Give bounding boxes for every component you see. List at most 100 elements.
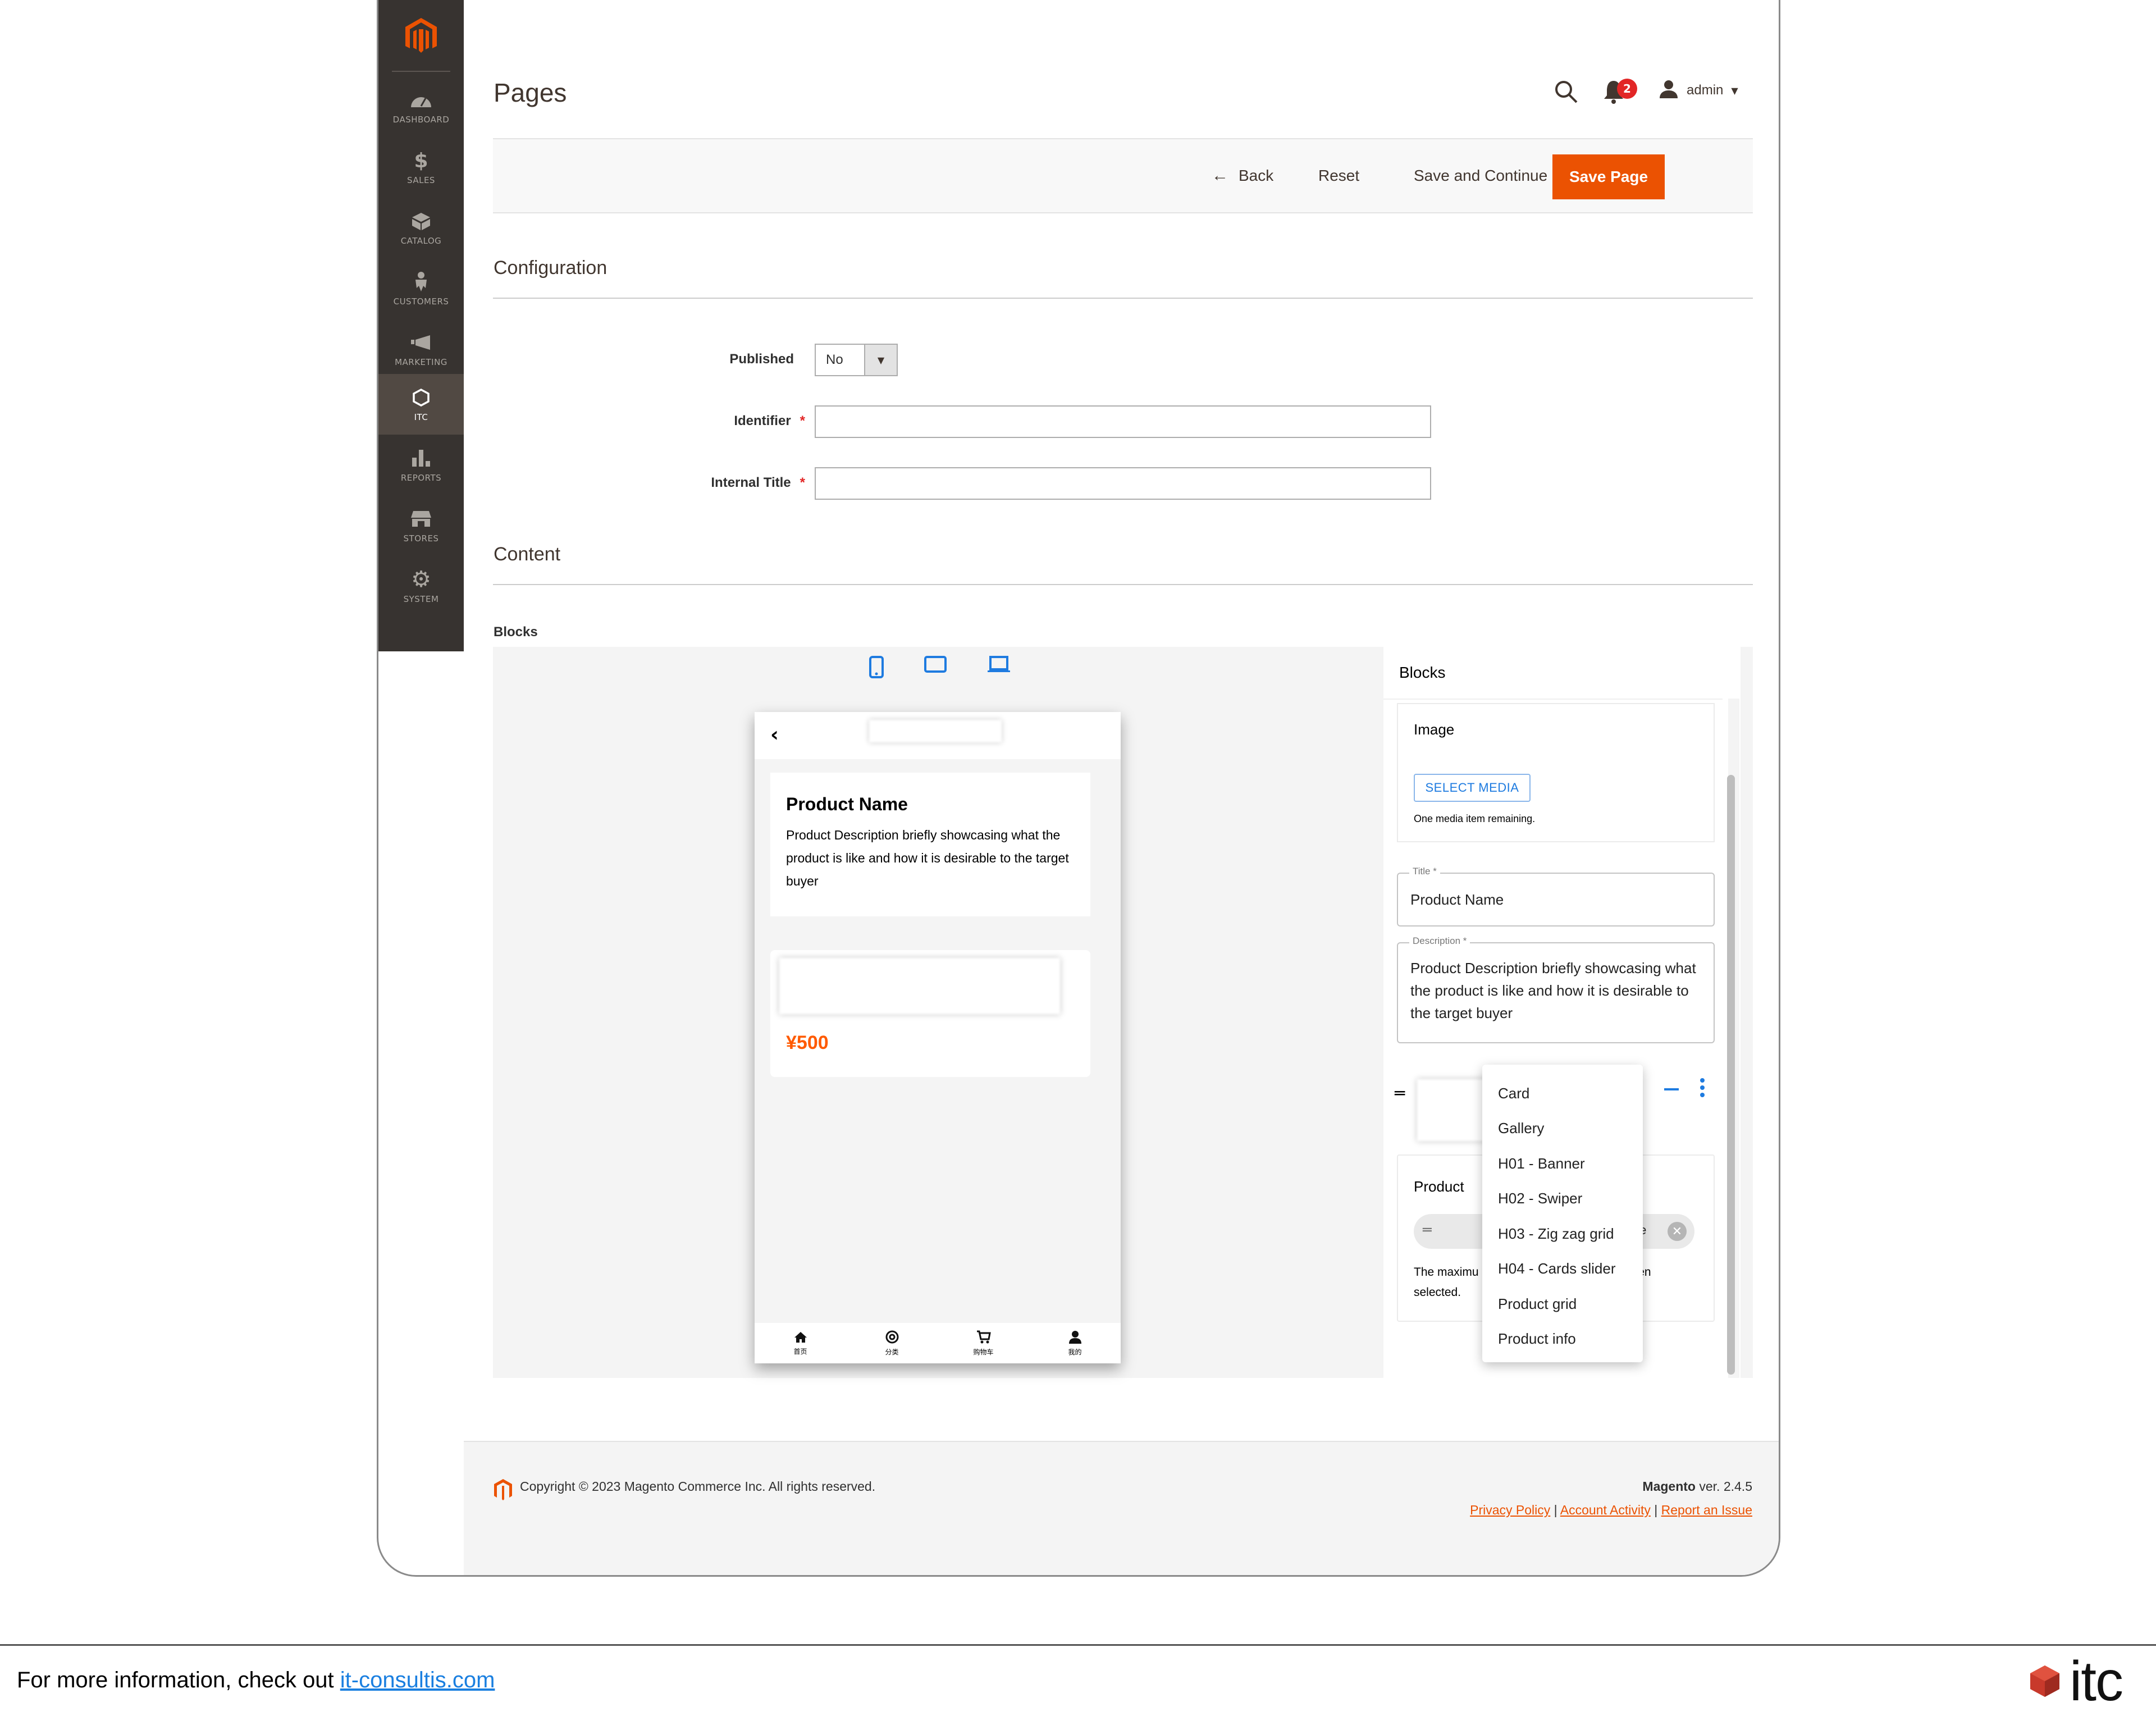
preview-tab-home[interactable]: 首页 — [767, 1331, 834, 1356]
dollar-icon: $ — [414, 149, 428, 172]
magento-logo[interactable] — [401, 16, 441, 56]
copyright-text: Copyright © 2023 Magento Commerce Inc. A… — [520, 1479, 876, 1494]
description-field[interactable]: Description * Product Description briefl… — [1397, 935, 1715, 1043]
chevron-left-icon[interactable]: ‹ — [770, 723, 779, 746]
section-divider — [493, 298, 1753, 299]
menu-item-card[interactable]: Card — [1482, 1076, 1643, 1111]
sidebar-item-stores[interactable]: STORES — [378, 495, 464, 556]
preview-product-name: Product Name — [786, 794, 908, 814]
published-select[interactable]: No ▼ — [815, 344, 898, 376]
user-name: admin — [1687, 83, 1724, 98]
sidebar-item-marketing[interactable]: MARKETING — [378, 319, 464, 380]
panel-divider — [1383, 699, 1723, 700]
info-banner: For more information, check out it-consu… — [17, 1668, 495, 1692]
preview-product-description: Product Description briefly showcasing w… — [786, 828, 1069, 888]
sidebar-item-itc[interactable]: ITC — [378, 374, 464, 435]
chevron-down-icon: ▼ — [864, 345, 897, 375]
desktop-device-icon[interactable] — [987, 656, 1011, 681]
sidebar-item-system[interactable]: ⚙ SYSTEM — [378, 556, 464, 617]
description-field-value: Product Description briefly showcasing w… — [1410, 960, 1696, 1021]
close-icon[interactable]: ✕ — [1668, 1222, 1687, 1241]
menu-item-h02-swiper[interactable]: H02 - Swiper — [1482, 1181, 1643, 1217]
drag-handle-icon[interactable]: ═ — [1395, 1084, 1405, 1103]
device-switcher — [869, 656, 1011, 681]
drag-handle-icon[interactable]: ═ — [1423, 1222, 1432, 1239]
menu-item-h03-zig-zag-grid[interactable]: H03 - Zig zag grid — [1482, 1216, 1643, 1252]
user-icon — [1068, 1330, 1082, 1346]
block-type-menu: Card Gallery H01 - Banner H02 - Swiper H… — [1482, 1065, 1643, 1362]
collapse-icon[interactable] — [1664, 1088, 1679, 1090]
product-block-title: Product — [1414, 1178, 1464, 1195]
sidebar-item-customers[interactable]: CUSTOMERS — [378, 258, 464, 319]
save-page-button[interactable]: Save Page — [1552, 154, 1665, 199]
menu-item-gallery[interactable]: Gallery — [1482, 1111, 1643, 1147]
footer-links: Privacy Policy | Account Activity | Repo… — [1470, 1503, 1752, 1517]
published-label: Published — [729, 352, 794, 367]
sidebar-item-reports[interactable]: REPORTS — [378, 435, 464, 495]
media-remaining-note: One media item remaining. — [1414, 813, 1536, 824]
sidebar-item-catalog[interactable]: CATALOG — [378, 198, 464, 258]
cart-icon — [976, 1330, 991, 1346]
blurred-title — [869, 720, 1002, 742]
itc-gem-icon — [2030, 1665, 2059, 1697]
storefront-icon — [409, 508, 433, 530]
admin-sidebar: DASHBOARD $ SALES CATALOG CUSTOMERS MARK… — [378, 0, 464, 651]
banner-divider — [0, 1644, 2156, 1646]
user-icon — [1659, 79, 1679, 102]
preview-tab-category[interactable]: 分类 — [858, 1330, 926, 1357]
title-field-value: Product Name — [1410, 891, 1504, 908]
sidebar-divider — [392, 71, 450, 72]
category-icon — [885, 1330, 899, 1346]
menu-item-product-grid[interactable]: Product grid — [1482, 1286, 1643, 1322]
sidebar-item-dashboard[interactable]: DASHBOARD — [378, 76, 464, 137]
more-vertical-icon[interactable] — [1700, 1078, 1705, 1097]
section-divider — [493, 584, 1753, 585]
user-menu[interactable]: admin ▼ — [1659, 77, 1738, 103]
preview-header: ‹ — [755, 712, 1121, 759]
blurred-content — [779, 958, 1060, 1014]
version-text: Magento ver. 2.4.5 — [1642, 1479, 1752, 1494]
menu-item-h04-cards-slider[interactable]: H04 - Cards slider — [1482, 1252, 1643, 1287]
megaphone-icon — [409, 331, 433, 354]
page-title: Pages — [494, 78, 567, 107]
preview-price-card: ¥500 — [770, 950, 1090, 1077]
select-media-button[interactable]: SELECT MEDIA — [1414, 774, 1531, 802]
mobile-preview: ‹ Product Name Product Description brief… — [755, 712, 1121, 1363]
identifier-label: Identifier * — [734, 413, 805, 428]
image-block-title: Image — [1414, 721, 1455, 738]
notifications-badge[interactable]: 2 — [1617, 79, 1637, 99]
configuration-heading: Configuration — [494, 257, 607, 279]
search-icon[interactable] — [1553, 79, 1579, 104]
magento-logo — [494, 1479, 512, 1500]
mobile-device-icon[interactable] — [869, 656, 884, 681]
image-block: Image SELECT MEDIA One media item remain… — [1397, 703, 1715, 842]
identifier-input[interactable] — [815, 405, 1431, 438]
hexagon-icon — [409, 386, 433, 409]
internal-title-label: Internal Title * — [711, 475, 805, 490]
panel-scrollbar-thumb[interactable] — [1727, 775, 1735, 1375]
preview-tab-cart[interactable]: 购物车 — [950, 1330, 1017, 1357]
person-icon — [409, 271, 433, 293]
blurred-thumbnail — [1417, 1079, 1490, 1141]
preview-tab-bar: 首页 分类 购物车 我的 — [755, 1323, 1121, 1363]
menu-item-h01-banner[interactable]: H01 - Banner — [1482, 1146, 1643, 1181]
gear-icon: ⚙ — [411, 567, 431, 592]
reset-button[interactable]: Reset — [1318, 139, 1359, 212]
menu-item-product-info[interactable]: Product info — [1482, 1322, 1643, 1357]
content-heading: Content — [494, 544, 561, 565]
preview-price: ¥500 — [786, 1032, 829, 1053]
internal-title-input[interactable] — [815, 467, 1431, 500]
admin-footer: Copyright © 2023 Magento Commerce Inc. A… — [464, 1441, 1779, 1575]
title-field[interactable]: Title * Product Name — [1397, 866, 1715, 927]
preview-tab-profile[interactable]: 我的 — [1042, 1330, 1109, 1357]
account-activity-link[interactable]: Account Activity — [1560, 1503, 1651, 1517]
dashboard-icon — [409, 89, 433, 111]
privacy-policy-link[interactable]: Privacy Policy — [1470, 1503, 1550, 1517]
itc-website-link[interactable]: it-consultis.com — [340, 1668, 495, 1692]
sidebar-item-sales[interactable]: $ SALES — [378, 137, 464, 198]
box-icon — [409, 210, 433, 232]
blocks-label: Blocks — [494, 624, 538, 640]
report-issue-link[interactable]: Report an Issue — [1661, 1503, 1752, 1517]
back-button[interactable]: ← Back — [1212, 139, 1273, 212]
tablet-device-icon[interactable] — [924, 656, 947, 681]
